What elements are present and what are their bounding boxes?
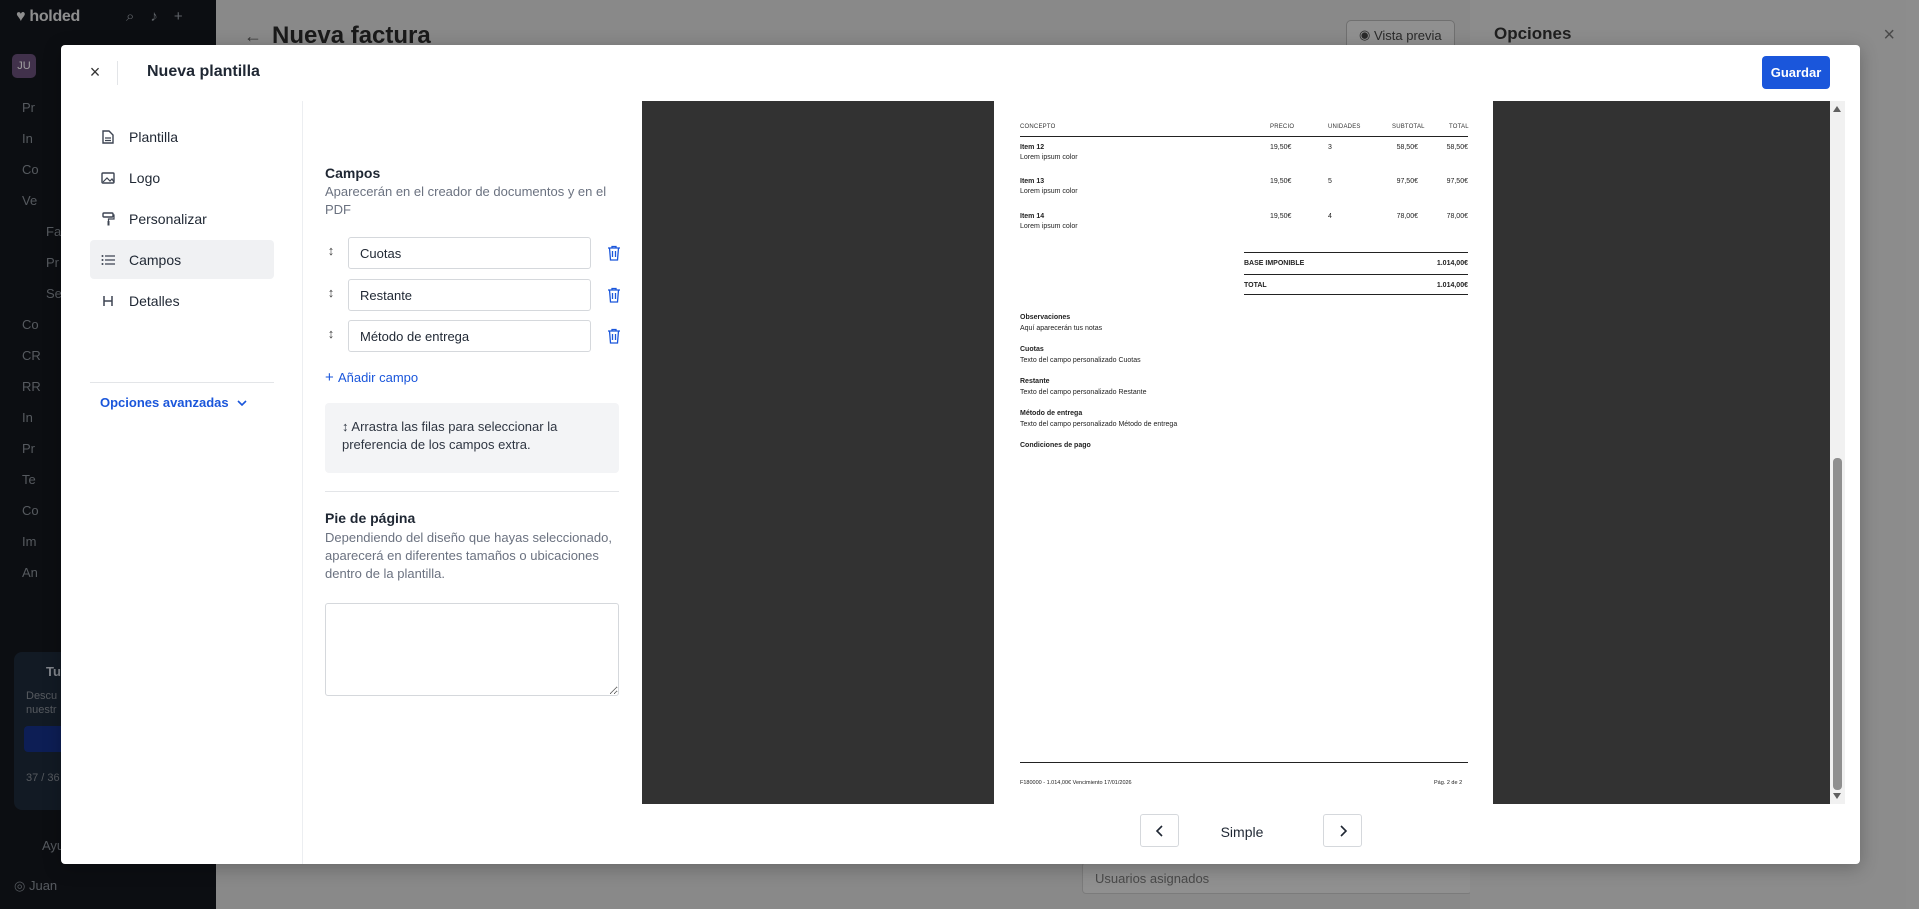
chevron-down-icon	[237, 399, 247, 406]
chevron-left-icon	[1155, 824, 1163, 837]
field-name-input[interactable]	[348, 237, 591, 269]
note-title: Condiciones de pago	[1020, 442, 1091, 449]
advanced-options-toggle[interactable]: Opciones avanzadas	[100, 395, 247, 410]
document-icon	[101, 129, 115, 144]
note-text: Aquí aparecerán tus notas	[1020, 325, 1103, 332]
item-units: 3	[1328, 144, 1332, 151]
next-template-button[interactable]	[1323, 814, 1362, 847]
trash-icon[interactable]	[607, 328, 621, 344]
template-switcher: Simple	[642, 804, 1845, 854]
column-header: SUBTOTAL	[1392, 124, 1425, 130]
nav-item-plantilla[interactable]: Plantilla	[90, 117, 274, 156]
drag-handle-icon[interactable]: ↕	[325, 243, 337, 263]
nav-item-personalizar[interactable]: Personalizar	[90, 199, 274, 238]
note-title: Observaciones	[1020, 314, 1071, 321]
scrollbar-thumb[interactable]	[1833, 458, 1842, 790]
page-footer-left: F180000 - 1.014,00€ Vencimiento 17/01/20…	[1020, 780, 1132, 786]
trash-icon[interactable]	[607, 245, 621, 261]
field-name-input[interactable]	[348, 279, 591, 311]
item-description: Lorem ipsum color	[1020, 223, 1078, 230]
base-label: BASE IMPONIBLE	[1244, 260, 1305, 267]
field-row[interactable]: ↕	[325, 320, 625, 352]
drag-handle-icon: ↕	[342, 419, 352, 434]
footer-title: Pie de página	[325, 510, 416, 526]
nav-item-detalles[interactable]: Detalles	[90, 281, 274, 320]
heading-icon	[101, 294, 115, 308]
item-price: 19,50€	[1270, 213, 1292, 220]
preview-scrollbar[interactable]	[1830, 101, 1845, 804]
nav-item-campos[interactable]: Campos	[90, 240, 274, 279]
item-subtotal: 78,00€	[1396, 213, 1418, 220]
template-modal: × Nueva plantilla Guardar Plantilla Logo…	[61, 45, 1860, 864]
item-price: 19,50€	[1270, 144, 1292, 151]
modal-header: × Nueva plantilla Guardar	[61, 45, 1860, 101]
item-name: Item 14	[1020, 213, 1045, 220]
trash-icon[interactable]	[607, 287, 621, 303]
close-icon[interactable]: ×	[85, 61, 105, 83]
item-total: 97,50€	[1446, 178, 1468, 185]
fields-title: Campos	[325, 165, 381, 181]
totals-divider	[1244, 294, 1468, 295]
fields-description: Aparecerán en el creador de documentos y…	[325, 184, 607, 217]
field-row[interactable]: ↕	[325, 279, 625, 311]
note-text: Texto del campo personalizado Restante	[1020, 389, 1147, 396]
note-title: Método de entrega	[1020, 410, 1083, 417]
header-divider	[117, 61, 118, 85]
scroll-down-icon[interactable]	[1833, 793, 1841, 799]
save-button[interactable]: Guardar	[1762, 56, 1830, 89]
note-title: Restante	[1020, 378, 1050, 385]
totals-divider	[1244, 252, 1468, 253]
total-value: 1.014,00€	[1436, 282, 1468, 289]
chevron-right-icon	[1339, 824, 1347, 837]
column-header: UNIDADES	[1328, 124, 1361, 130]
item-description: Lorem ipsum color	[1020, 154, 1078, 161]
column-header: CONCEPTO	[1020, 124, 1056, 130]
settings-nav: Plantilla Logo Personalizar Campos Detal…	[61, 101, 303, 864]
fields-panel: Campos Aparecerán en el creador de docum…	[303, 101, 642, 864]
base-value: 1.014,00€	[1436, 260, 1468, 267]
add-field-button[interactable]: + Añadir campo	[325, 369, 418, 386]
item-name: Item 12	[1020, 144, 1045, 151]
item-description: Lorem ipsum color	[1020, 188, 1078, 195]
drag-handle-icon[interactable]: ↕	[325, 285, 337, 305]
previous-template-button[interactable]	[1140, 814, 1179, 847]
totals-divider	[1244, 274, 1468, 275]
column-header: TOTAL	[1449, 124, 1469, 130]
nav-divider	[90, 382, 274, 383]
list-icon	[101, 253, 115, 267]
footer-description: Dependiendo del diseño que hayas selecci…	[325, 530, 612, 581]
preview-page: CONCEPTO PRECIO UNIDADES SUBTOTAL TOTAL …	[994, 101, 1493, 804]
drag-handle-icon[interactable]: ↕	[325, 326, 337, 346]
field-row[interactable]: ↕	[325, 237, 625, 269]
item-subtotal: 97,50€	[1396, 178, 1418, 185]
item-name: Item 13	[1020, 178, 1045, 185]
column-header: PRECIO	[1270, 124, 1295, 130]
modal-title: Nueva plantilla	[147, 63, 260, 80]
total-label: TOTAL	[1244, 282, 1267, 289]
note-text: Texto del campo personalizado Método de …	[1020, 421, 1178, 428]
page-footer-right: Pág. 2 de 2	[1434, 780, 1463, 786]
footer-textarea[interactable]	[325, 603, 619, 696]
item-price: 19,50€	[1270, 178, 1292, 185]
nav-item-logo[interactable]: Logo	[90, 158, 274, 197]
item-subtotal: 58,50€	[1396, 144, 1418, 151]
field-name-input[interactable]	[348, 320, 591, 352]
paint-roller-icon	[101, 211, 115, 226]
table-divider	[1020, 136, 1468, 137]
drag-info-box: ↕ Arrastra las filas para seleccionar la…	[325, 403, 619, 473]
note-title: Cuotas	[1020, 346, 1044, 353]
template-name: Simple	[1220, 824, 1264, 840]
pdf-preview[interactable]: CONCEPTO PRECIO UNIDADES SUBTOTAL TOTAL …	[642, 101, 1845, 804]
item-total: 58,50€	[1446, 144, 1468, 151]
section-divider	[325, 491, 619, 492]
scroll-up-icon[interactable]	[1833, 106, 1841, 112]
image-icon	[101, 171, 115, 185]
item-units: 5	[1328, 178, 1332, 185]
item-total: 78,00€	[1446, 213, 1468, 220]
note-text: Texto del campo personalizado Cuotas	[1020, 357, 1141, 364]
footer-divider	[1020, 762, 1468, 763]
plus-icon: +	[325, 369, 338, 386]
item-units: 4	[1328, 213, 1332, 220]
